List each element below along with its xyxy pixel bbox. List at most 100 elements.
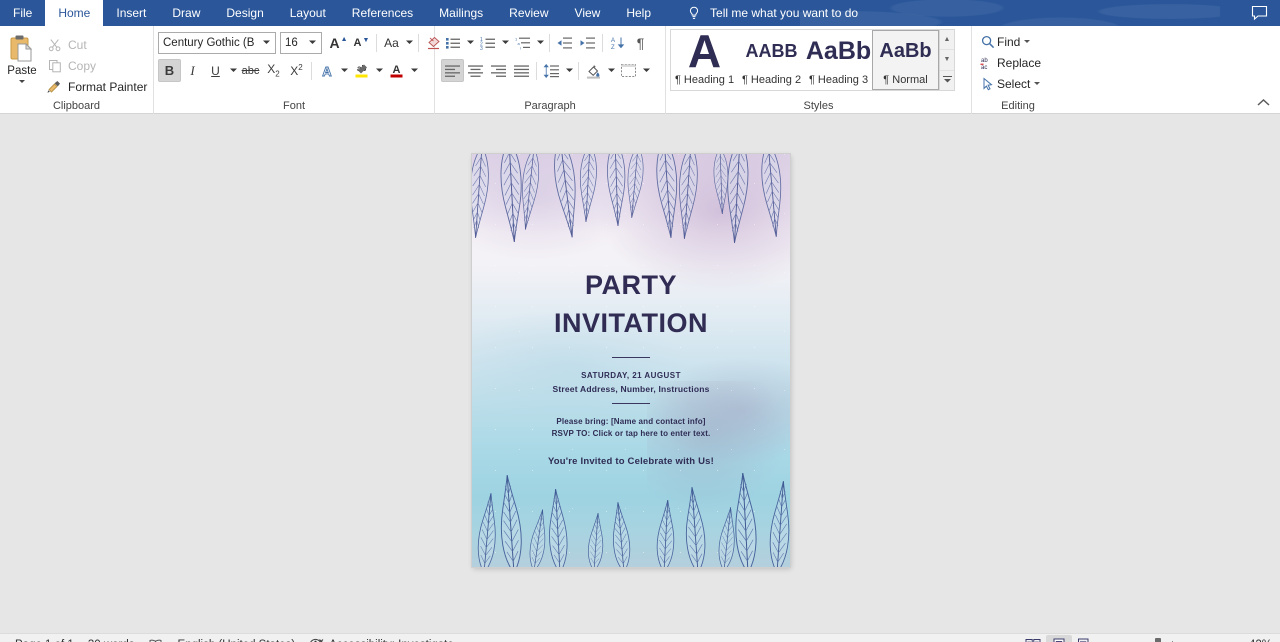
invitation-bring[interactable]: Please bring: [Name and contact info]	[472, 417, 790, 426]
font-color-button[interactable]: A	[385, 59, 408, 82]
copy-button[interactable]: Copy	[42, 55, 151, 76]
cut-button[interactable]: Cut	[42, 34, 151, 55]
collapse-ribbon-button[interactable]	[1257, 96, 1270, 110]
borders-button[interactable]	[617, 59, 640, 82]
clipboard-commands: Cut Copy Format Painter	[42, 30, 151, 97]
bullets-dropdown-icon[interactable]	[464, 31, 476, 54]
styles-more-icon[interactable]	[940, 70, 954, 90]
page-indicator[interactable]: Page 1 of 1	[8, 635, 81, 642]
shrink-font-button[interactable]: A ▼	[350, 31, 373, 54]
numbering-button[interactable]: 1 2 3	[476, 31, 499, 54]
bold-button[interactable]: B	[158, 59, 181, 82]
cursor-select-icon	[978, 76, 997, 91]
tab-help[interactable]: Help	[613, 0, 664, 26]
zoom-out-button[interactable]: −	[1106, 635, 1124, 642]
text-effects-dropdown-icon[interactable]	[338, 59, 350, 82]
underline-button[interactable]: U	[204, 59, 227, 82]
font-color-dropdown-icon[interactable]	[408, 59, 420, 82]
justify-button[interactable]	[510, 59, 533, 82]
tab-mailings[interactable]: Mailings	[426, 0, 496, 26]
align-right-button[interactable]	[487, 59, 510, 82]
tab-design[interactable]: Design	[213, 0, 276, 26]
invitation-title[interactable]: PARTY INVITATION	[472, 266, 790, 343]
style-preview: AaBb	[879, 40, 932, 62]
grow-font-button[interactable]: A ▲	[327, 31, 350, 54]
strikethrough-button[interactable]: abc	[239, 59, 262, 82]
sort-button[interactable]: A Z	[606, 31, 629, 54]
bullets-button[interactable]	[441, 31, 464, 54]
language-indicator[interactable]: English (United States)	[171, 635, 303, 642]
multilevel-list-dropdown-icon[interactable]	[534, 31, 546, 54]
pilcrow-icon[interactable]: ¶	[629, 31, 652, 54]
line-spacing-button[interactable]	[540, 59, 563, 82]
invitation-rsvp-placeholder[interactable]: RSVP TO: Click or tap here to enter text…	[472, 429, 790, 438]
zoom-in-button[interactable]: +	[1220, 635, 1238, 642]
document-canvas[interactable]: PARTY INVITATION SATURDAY, 21 AUGUST Str…	[0, 114, 1280, 633]
replace-button[interactable]: ab ac Replace	[978, 52, 1044, 73]
proofing-errors-icon[interactable]	[142, 635, 171, 642]
tab-layout[interactable]: Layout	[277, 0, 339, 26]
chevron-down-icon[interactable]	[19, 80, 25, 83]
align-left-button[interactable]	[441, 59, 464, 82]
multilevel-list-button[interactable]: 1 a i	[511, 31, 534, 54]
text-highlight-dropdown-icon[interactable]	[373, 59, 385, 82]
tab-view[interactable]: View	[562, 0, 614, 26]
tab-references[interactable]: References	[339, 0, 426, 26]
italic-button[interactable]: I	[181, 59, 204, 82]
tab-insert[interactable]: Insert	[103, 0, 159, 26]
chevron-down-icon[interactable]	[1034, 82, 1041, 85]
tell-me-search[interactable]: Tell me what you want to do	[686, 0, 858, 26]
read-mode-button[interactable]	[1020, 635, 1046, 642]
text-highlight-color-button[interactable]: ab	[350, 59, 373, 82]
zoom-slider-thumb[interactable]	[1155, 638, 1161, 642]
superscript-button[interactable]: X2	[285, 59, 308, 82]
numbering-dropdown-icon[interactable]	[499, 31, 511, 54]
decrease-indent-button[interactable]	[553, 31, 576, 54]
change-case-button[interactable]: Aa	[380, 31, 403, 54]
find-button[interactable]: Find	[978, 31, 1044, 52]
paste-button[interactable]: Paste	[6, 30, 38, 83]
font-size-input[interactable]: 16	[280, 31, 322, 54]
shading-button[interactable]	[582, 59, 605, 82]
text-effects-button[interactable]: A	[315, 59, 338, 82]
invitation-date[interactable]: SATURDAY, 21 AUGUST	[472, 371, 790, 380]
shading-dropdown-icon[interactable]	[605, 59, 617, 82]
accessibility-status[interactable]: Accessibility: Investigate	[302, 635, 461, 642]
tab-home[interactable]: Home	[45, 0, 104, 26]
font-size-dropdown-icon[interactable]	[306, 40, 318, 45]
ribbon: Paste Cut Copy Format Painter Clipboard …	[0, 26, 1280, 114]
format-painter-button[interactable]: Format Painter	[42, 76, 151, 97]
tab-review[interactable]: Review	[496, 0, 561, 26]
change-case-dropdown-icon[interactable]	[403, 31, 415, 54]
style-preview: A	[687, 31, 722, 72]
borders-dropdown-icon[interactable]	[640, 59, 652, 82]
web-layout-button[interactable]	[1072, 635, 1098, 642]
document-page[interactable]: PARTY INVITATION SATURDAY, 21 AUGUST Str…	[472, 154, 790, 567]
style-normal[interactable]: AaBb ¶ Normal	[872, 30, 939, 90]
subscript-button[interactable]: X2	[262, 59, 285, 82]
chevron-down-icon[interactable]	[1024, 40, 1031, 43]
align-center-button[interactable]	[464, 59, 487, 82]
style-heading-2[interactable]: AABB ¶ Heading 2	[738, 30, 805, 90]
tab-file[interactable]: File	[0, 0, 45, 26]
underline-dropdown-icon[interactable]	[227, 59, 239, 82]
style-heading-1[interactable]: A ¶ Heading 1	[671, 30, 738, 90]
zoom-slider[interactable]	[1128, 635, 1216, 642]
style-heading-3[interactable]: AaBb ¶ Heading 3	[805, 30, 872, 90]
print-layout-button[interactable]	[1046, 634, 1072, 642]
font-name-dropdown-icon[interactable]	[260, 40, 272, 45]
invitation-text[interactable]: PARTY INVITATION SATURDAY, 21 AUGUST Str…	[472, 154, 790, 467]
replace-icon: ab ac	[978, 56, 997, 70]
invitation-address[interactable]: Street Address, Number, Instructions	[472, 384, 790, 394]
styles-scroll-up-icon[interactable]: ▲	[940, 30, 954, 51]
comment-icon[interactable]	[1251, 5, 1268, 24]
paste-icon	[6, 32, 38, 64]
styles-scroll-down-icon[interactable]: ▼	[940, 50, 954, 71]
select-button[interactable]: Select	[978, 73, 1044, 94]
increase-indent-button[interactable]	[576, 31, 599, 54]
line-spacing-dropdown-icon[interactable]	[563, 59, 575, 82]
accessibility-icon	[309, 638, 324, 642]
tab-draw[interactable]: Draw	[159, 0, 213, 26]
font-name-input[interactable]: Century Gothic (B	[158, 31, 276, 54]
word-count[interactable]: 30 words	[81, 635, 142, 642]
